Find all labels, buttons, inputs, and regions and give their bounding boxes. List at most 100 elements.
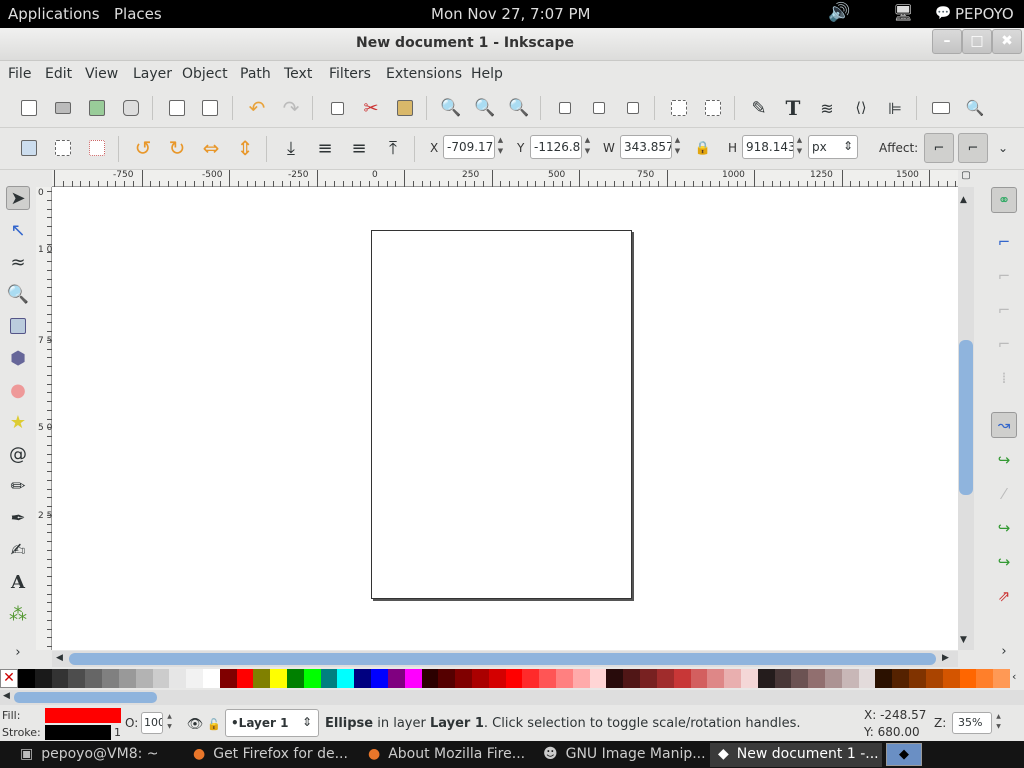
layers-icon[interactable]: ≋ bbox=[816, 97, 838, 119]
text-tool-icon[interactable]: A bbox=[6, 570, 30, 594]
task-terminal[interactable]: ▣ pepoyo@VM8: ~ bbox=[12, 743, 184, 767]
zoom-drawing-icon[interactable]: 🔍 bbox=[474, 97, 496, 119]
workspace-switcher[interactable]: ◆ bbox=[886, 743, 922, 766]
color-swatch[interactable] bbox=[505, 669, 523, 688]
horizontal-scrollbar[interactable]: ◀ ▶ bbox=[52, 651, 958, 667]
layer-select[interactable]: •Layer 1 ⇕ bbox=[225, 709, 319, 737]
user-menu[interactable]: PEPOYO bbox=[955, 5, 1014, 23]
color-swatch[interactable] bbox=[421, 669, 439, 688]
pen-tool-icon[interactable]: ✒ bbox=[6, 506, 30, 530]
color-swatch[interactable] bbox=[51, 669, 69, 688]
task-firefox-1[interactable]: ● Get Firefox for de... bbox=[185, 743, 357, 767]
snapbar-overflow-icon[interactable]: › bbox=[993, 640, 1015, 662]
color-swatch[interactable] bbox=[253, 669, 271, 688]
snap-midpoints-icon[interactable]: ⇗ bbox=[993, 585, 1015, 607]
w-input[interactable]: 343.857 bbox=[620, 135, 672, 159]
menu-edit[interactable]: Edit bbox=[45, 66, 72, 82]
color-swatch[interactable] bbox=[656, 669, 675, 688]
save-icon[interactable] bbox=[86, 97, 108, 119]
pencil-tool-icon[interactable]: ✏ bbox=[6, 474, 30, 498]
menu-extensions[interactable]: Extensions bbox=[386, 66, 462, 82]
fill-indicator[interactable] bbox=[45, 708, 121, 723]
zoom-tool-icon[interactable]: 🔍 bbox=[6, 282, 30, 306]
window-titlebar[interactable]: New document 1 - Inkscape – □ ✖ bbox=[0, 28, 1024, 61]
color-swatch[interactable] bbox=[102, 669, 120, 688]
zoom-input[interactable]: 35% bbox=[952, 712, 992, 734]
clone-icon[interactable] bbox=[588, 97, 610, 119]
task-inkscape[interactable]: ◆ New document 1 -... bbox=[710, 743, 882, 767]
zoom-page-icon[interactable]: 🔍 bbox=[508, 97, 530, 119]
print-icon[interactable] bbox=[120, 97, 142, 119]
color-swatch[interactable] bbox=[539, 669, 557, 688]
color-swatch[interactable] bbox=[169, 669, 187, 688]
color-swatch[interactable] bbox=[471, 669, 490, 688]
rectangle-tool-icon[interactable] bbox=[6, 314, 30, 338]
scroll-left-icon[interactable]: ◀ bbox=[56, 653, 63, 663]
select-all-layers-icon[interactable] bbox=[52, 137, 74, 159]
rotate-ccw-icon[interactable]: ↺ bbox=[132, 136, 154, 160]
xml-editor-icon[interactable]: ⟨⟩ bbox=[850, 97, 872, 119]
color-swatch[interactable] bbox=[387, 669, 406, 688]
fill-stroke-icon[interactable]: ✎ bbox=[748, 97, 770, 119]
zoom-spinner[interactable]: ▲ ▼ bbox=[993, 712, 1004, 734]
stroke-width-value[interactable]: 1 bbox=[114, 726, 121, 739]
network-icon[interactable]: 🖥 bbox=[893, 3, 913, 22]
maximize-button[interactable]: □ bbox=[962, 29, 992, 54]
color-swatch[interactable] bbox=[488, 669, 507, 688]
applications-menu[interactable]: Applications bbox=[8, 5, 100, 23]
opacity-spinner[interactable]: ▲ ▼ bbox=[164, 712, 175, 734]
select-all-icon[interactable] bbox=[18, 137, 40, 159]
color-swatch[interactable] bbox=[186, 669, 204, 688]
calligraphy-tool-icon[interactable]: ✍ bbox=[6, 538, 30, 562]
snap-intersections-icon[interactable]: ⁄ bbox=[993, 483, 1015, 505]
menu-help[interactable]: Help bbox=[471, 66, 503, 82]
color-swatch[interactable] bbox=[438, 669, 456, 688]
paste-icon[interactable] bbox=[394, 97, 416, 119]
palette-scroll-thumb[interactable] bbox=[14, 692, 157, 703]
x-spinner[interactable]: ▲ ▼ bbox=[495, 135, 506, 159]
rotate-cw-icon[interactable]: ↻ bbox=[166, 136, 188, 160]
color-swatch[interactable] bbox=[858, 669, 876, 688]
menu-file[interactable]: File bbox=[8, 66, 31, 82]
color-swatch[interactable] bbox=[640, 669, 658, 688]
star-tool-icon[interactable]: ★ bbox=[6, 410, 30, 434]
h-input[interactable]: 918.143 bbox=[742, 135, 794, 159]
color-swatch[interactable] bbox=[270, 669, 288, 688]
color-swatch[interactable] bbox=[572, 669, 591, 688]
horizontal-scroll-thumb[interactable] bbox=[69, 653, 936, 665]
color-swatch[interactable] bbox=[135, 669, 153, 688]
color-swatch[interactable] bbox=[976, 669, 994, 688]
palette-menu-icon[interactable]: ‹ bbox=[1012, 670, 1016, 683]
close-button[interactable]: ✖ bbox=[992, 29, 1022, 54]
new-document-icon[interactable] bbox=[18, 97, 40, 119]
menu-filters[interactable]: Filters bbox=[329, 66, 371, 82]
color-swatch[interactable] bbox=[522, 669, 540, 688]
vertical-scrollbar[interactable]: ▲ ▼ bbox=[958, 187, 974, 650]
snap-cusp-nodes-icon[interactable]: ↪ bbox=[993, 517, 1015, 539]
color-swatch[interactable] bbox=[337, 669, 355, 688]
no-paint-swatch[interactable]: ✕ bbox=[0, 669, 18, 688]
raise-to-top-icon[interactable]: ⤒ bbox=[382, 137, 404, 159]
snap-bbox-centers-icon[interactable]: ⁞ bbox=[993, 367, 1015, 389]
color-swatch[interactable] bbox=[993, 669, 1011, 688]
text-font-icon[interactable]: T bbox=[782, 96, 804, 120]
menu-path[interactable]: Path bbox=[240, 66, 271, 82]
document-page[interactable] bbox=[371, 230, 632, 599]
color-swatch[interactable] bbox=[202, 669, 221, 688]
zoom-corner-icon[interactable]: ▢ bbox=[958, 170, 974, 187]
copy-icon[interactable] bbox=[326, 97, 348, 119]
color-swatch[interactable] bbox=[606, 669, 624, 688]
clock[interactable]: Mon Nov 27, 7:07 PM bbox=[431, 5, 591, 23]
color-swatch[interactable] bbox=[219, 669, 238, 688]
snap-bbox-icon[interactable]: ⌐ bbox=[993, 231, 1015, 253]
unit-select[interactable]: px ⇕ bbox=[808, 135, 858, 159]
color-swatch[interactable] bbox=[690, 669, 708, 688]
document-properties-icon[interactable]: 🔍 bbox=[964, 97, 986, 119]
lower-to-bottom-icon[interactable]: ⤓ bbox=[280, 137, 302, 159]
lock-icon[interactable]: 🔒 bbox=[692, 137, 714, 159]
menu-view[interactable]: View bbox=[85, 66, 118, 82]
color-swatch[interactable] bbox=[791, 669, 809, 688]
node-tool-icon[interactable]: ↖ bbox=[6, 218, 30, 242]
group-icon[interactable] bbox=[668, 97, 690, 119]
spray-tool-icon[interactable]: ⁂ bbox=[6, 602, 30, 626]
